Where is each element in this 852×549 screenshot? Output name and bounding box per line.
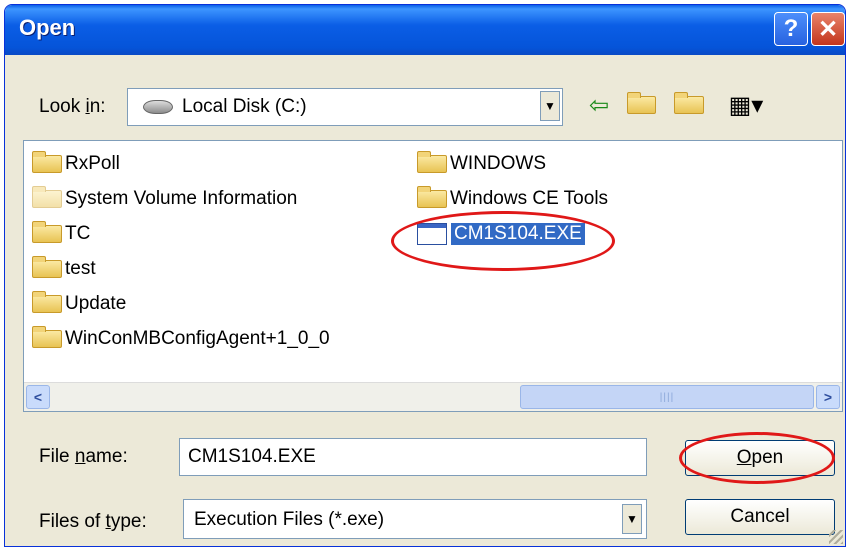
item-label: System Volume Information (65, 188, 298, 209)
item-label: CM1S104.EXE (451, 223, 585, 245)
chevron-down-icon[interactable]: ▼ (540, 91, 560, 121)
look-in-label: Look in: (39, 96, 106, 117)
view-menu-icon[interactable]: ▦▾ (721, 89, 771, 121)
folder-icon (417, 186, 447, 208)
folder-new-icon (673, 92, 704, 114)
list-item-winconmbconfigagent[interactable]: WinConMBConfigAgent+1_0_0 (32, 325, 330, 353)
window-title: Open (19, 15, 76, 40)
folder-up-icon (627, 92, 656, 114)
list-item-cm1s104-exe[interactable]: CM1S104.EXE (417, 220, 585, 248)
folder-icon (32, 326, 62, 348)
folder-icon (32, 291, 62, 313)
executable-icon (417, 223, 447, 245)
file-list[interactable]: RxPoll System Volume Information TC test… (23, 140, 843, 412)
close-icon: ✕ (817, 15, 839, 43)
help-button[interactable]: ? (774, 12, 808, 46)
file-type-value: Execution Files (*.exe) (194, 509, 385, 530)
back-icon[interactable]: ⇦ (583, 89, 615, 121)
scroll-left-icon[interactable]: < (26, 385, 50, 409)
folder-icon (32, 151, 62, 173)
look-in-dropdown[interactable]: Local Disk (C:) ▼ (127, 88, 563, 126)
open-dialog: Open ? ✕ Look in: Local Disk (C:) ▼ ⇦ ▦▾… (4, 4, 846, 547)
item-label: TC (65, 223, 91, 244)
list-item-tc[interactable]: TC (32, 220, 90, 248)
scroll-thumb[interactable]: |||| (520, 385, 814, 409)
file-type-label: Files of type: (39, 511, 147, 532)
item-label: test (65, 258, 96, 279)
folder-icon (32, 256, 62, 278)
local-disk-icon (143, 100, 173, 114)
item-label: WINDOWS (450, 153, 547, 174)
scroll-right-icon[interactable]: > (816, 385, 840, 409)
up-one-level-icon[interactable] (627, 89, 659, 121)
item-label: WinConMBConfigAgent+1_0_0 (65, 328, 330, 349)
item-label: Update (65, 293, 127, 314)
folder-icon (32, 186, 62, 208)
new-folder-icon[interactable] (673, 89, 707, 121)
title-bar[interactable]: Open ? ✕ (5, 5, 845, 55)
folder-icon (32, 221, 62, 243)
close-button[interactable]: ✕ (811, 12, 845, 46)
list-item-windows-ce-tools[interactable]: Windows CE Tools (417, 185, 608, 213)
open-button[interactable]: Open (685, 440, 835, 476)
list-item-system-volume-information[interactable]: System Volume Information (32, 185, 297, 213)
file-type-dropdown[interactable]: Execution Files (*.exe) ▼ (183, 499, 647, 539)
list-item-windows[interactable]: WINDOWS (417, 150, 546, 178)
list-item-test[interactable]: test (32, 255, 96, 283)
horizontal-scrollbar[interactable]: < |||| > (24, 382, 842, 411)
list-item-update[interactable]: Update (32, 290, 126, 318)
file-name-input[interactable]: CM1S104.EXE (179, 438, 647, 476)
item-label: RxPoll (65, 153, 120, 174)
resize-grip[interactable] (829, 530, 843, 544)
file-name-label: File name: (39, 446, 128, 467)
help-icon: ? (783, 15, 799, 42)
list-item-rxpoll[interactable]: RxPoll (32, 150, 120, 178)
cancel-button[interactable]: Cancel (685, 499, 835, 535)
look-in-value: Local Disk (C:) (182, 96, 307, 117)
chevron-down-icon[interactable]: ▼ (622, 504, 642, 534)
folder-icon (417, 151, 447, 173)
item-label: Windows CE Tools (450, 188, 609, 209)
